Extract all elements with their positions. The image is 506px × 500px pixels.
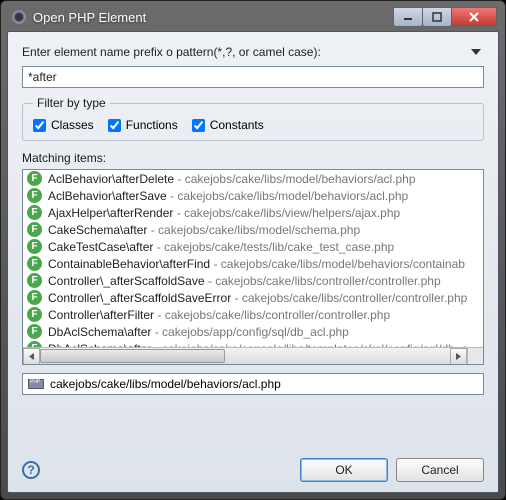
list-item[interactable]: F Controller\_afterScaffoldSaveError - ca… xyxy=(23,289,483,306)
window-buttons xyxy=(394,7,497,27)
list-item[interactable]: F AclBehavior\afterDelete - cakejobs/cake… xyxy=(23,170,483,187)
function-badge-icon: F xyxy=(27,205,42,220)
function-badge-icon: F xyxy=(27,171,42,186)
filter-legend: Filter by type xyxy=(33,96,110,110)
list-item[interactable]: F Controller\_afterScaffoldSave - cakejob… xyxy=(23,272,483,289)
filter-constants[interactable]: Constants xyxy=(192,118,264,132)
list-item-label: ContainableBehavior\afterFind - cakejobs… xyxy=(48,257,465,271)
ok-button[interactable]: OK xyxy=(300,458,388,482)
filter-constants-checkbox[interactable] xyxy=(192,119,205,132)
filter-constants-label: Constants xyxy=(210,118,264,132)
close-button[interactable] xyxy=(451,7,497,27)
eclipse-icon xyxy=(11,9,27,25)
window-title: Open PHP Element xyxy=(33,10,394,25)
list-item-label: DbAclSchema\after - cakejobs/app/config/… xyxy=(48,325,349,339)
list-item-label: Controller\_afterScaffoldSave - cakejobs… xyxy=(48,274,441,288)
list-item[interactable]: F AclBehavior\afterSave - cakejobs/cake/l… xyxy=(23,187,483,204)
filter-functions-checkbox[interactable] xyxy=(108,119,121,132)
list-item-label: CakeTestCase\after - cakejobs/cake/tests… xyxy=(48,240,394,254)
scroll-left-icon[interactable] xyxy=(23,348,40,365)
function-badge-icon: F xyxy=(27,290,42,305)
help-icon[interactable]: ? xyxy=(22,461,40,479)
function-badge-icon: F xyxy=(27,307,42,322)
filter-group: Filter by type Classes Functions Constan… xyxy=(22,96,484,141)
list-item[interactable]: F CakeSchema\after - cakejobs/cake/libs/m… xyxy=(23,221,483,238)
filter-classes-checkbox[interactable] xyxy=(33,119,46,132)
minimize-button[interactable] xyxy=(393,7,423,27)
dialog-window: Open PHP Element Enter element name pref… xyxy=(0,0,506,500)
titlebar[interactable]: Open PHP Element xyxy=(7,7,499,31)
results-scroll[interactable]: F AclBehavior\afterDelete - cakejobs/cake… xyxy=(23,170,483,348)
search-input[interactable] xyxy=(22,66,484,88)
filter-classes[interactable]: Classes xyxy=(33,118,94,132)
list-item-label: Controller\afterFilter - cakejobs/cake/l… xyxy=(48,308,390,322)
list-item[interactable]: F AjaxHelper\afterRender - cakejobs/cake/… xyxy=(23,204,483,221)
results-list: F AclBehavior\afterDelete - cakejobs/cake… xyxy=(22,169,484,365)
dialog-client: Enter element name prefix o pattern(*,?,… xyxy=(7,31,499,493)
list-item[interactable]: F Controller\afterFilter - cakejobs/cake/… xyxy=(23,306,483,323)
list-item[interactable]: F DbAclSchema\after - cakejobs/app/config… xyxy=(23,323,483,340)
list-item-label: AclBehavior\afterSave - cakejobs/cake/li… xyxy=(48,189,408,203)
scroll-right-icon[interactable] xyxy=(450,348,467,365)
list-item-label: Controller\_afterScaffoldSaveError - cak… xyxy=(48,291,467,305)
scroll-track[interactable] xyxy=(40,348,450,364)
menu-dropdown-icon[interactable] xyxy=(468,44,484,60)
list-item[interactable]: F CakeTestCase\after - cakejobs/cake/test… xyxy=(23,238,483,255)
function-badge-icon: F xyxy=(27,324,42,339)
list-item-label: AclBehavior\afterDelete - cakejobs/cake/… xyxy=(48,172,416,186)
selected-path-row: cakejobs/cake/libs/model/behaviors/acl.p… xyxy=(22,373,484,395)
php-file-icon xyxy=(28,379,44,389)
scroll-thumb[interactable] xyxy=(40,349,225,363)
function-badge-icon: F xyxy=(27,256,42,271)
function-badge-icon: F xyxy=(27,222,42,237)
function-badge-icon: F xyxy=(27,273,42,288)
cancel-button[interactable]: Cancel xyxy=(396,458,484,482)
list-item-label: AjaxHelper\afterRender - cakejobs/cake/l… xyxy=(48,206,400,220)
prompt-label: Enter element name prefix o pattern(*,?,… xyxy=(22,45,468,59)
filter-functions[interactable]: Functions xyxy=(108,118,178,132)
selected-path: cakejobs/cake/libs/model/behaviors/acl.p… xyxy=(50,377,281,391)
list-item[interactable]: F ContainableBehavior\afterFind - cakejob… xyxy=(23,255,483,272)
maximize-button[interactable] xyxy=(422,7,452,27)
filter-functions-label: Functions xyxy=(126,118,178,132)
function-badge-icon: F xyxy=(27,188,42,203)
scroll-corner xyxy=(467,347,483,364)
matching-label: Matching items: xyxy=(22,151,484,165)
horizontal-scrollbar[interactable] xyxy=(23,347,467,364)
function-badge-icon: F xyxy=(27,239,42,254)
list-item-label: CakeSchema\after - cakejobs/cake/libs/mo… xyxy=(48,223,360,237)
filter-classes-label: Classes xyxy=(51,118,94,132)
